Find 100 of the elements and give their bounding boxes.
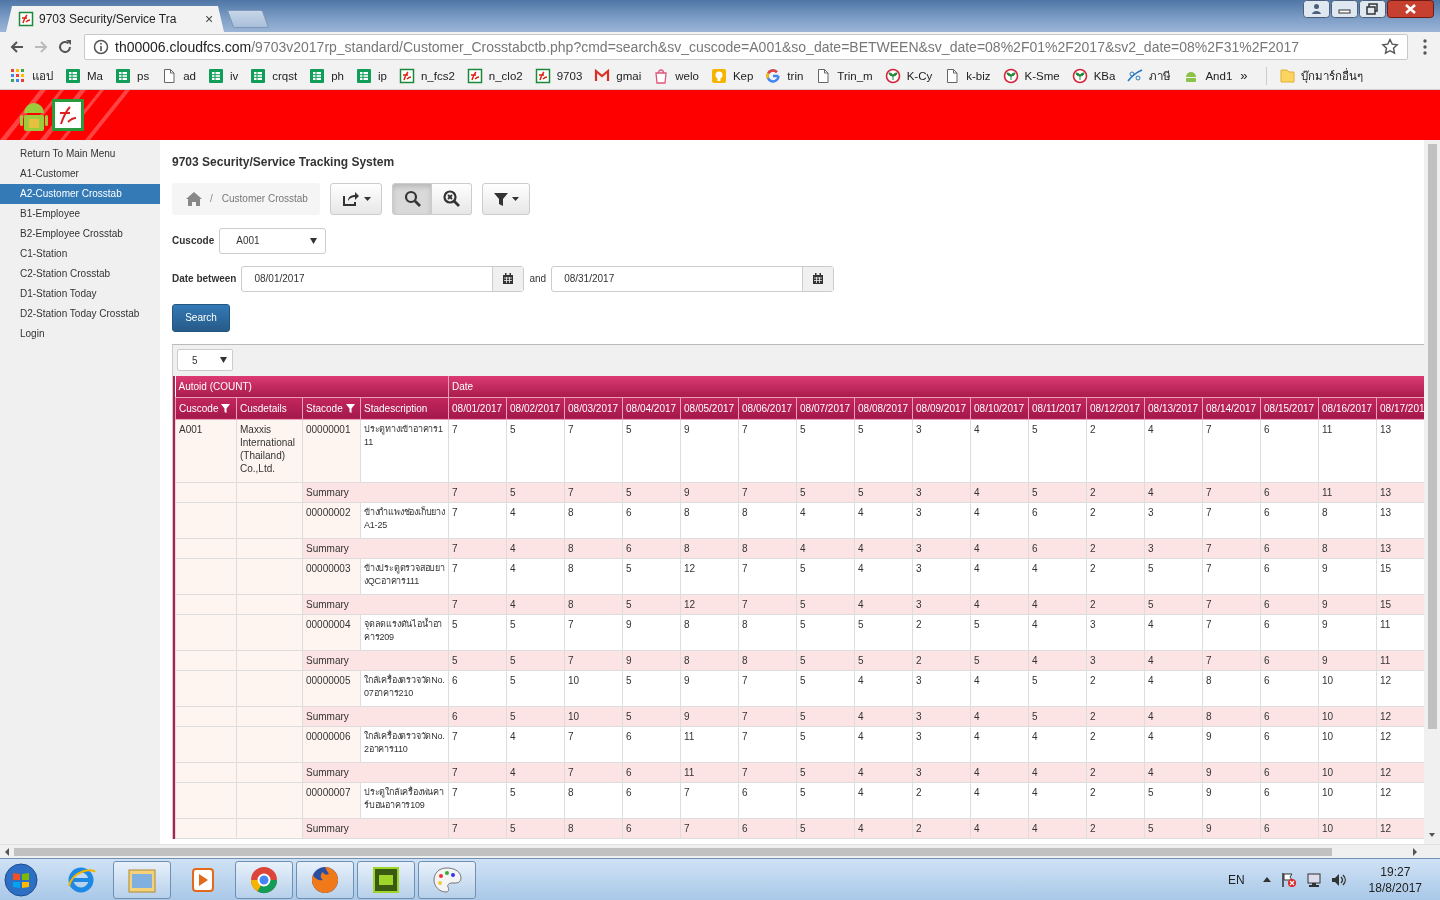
table-cell: 5 [510,822,516,834]
table-cell: 2 [1090,423,1096,435]
table-cell: 15 [1380,562,1392,574]
minimize-icon[interactable] [1331,0,1358,18]
sidebar-item[interactable]: D2-Station Today Crosstab [0,303,160,324]
bookmark[interactable]: n_clo2 [466,67,523,84]
table-cell: 2 [1090,486,1096,498]
firefox-taskbar-button[interactable] [296,860,354,899]
table-cell: 5 [800,674,806,686]
bag-icon [653,67,670,84]
cuscode-select[interactable]: A001 [219,227,327,254]
scrollbar-thumb[interactable] [1427,143,1437,729]
sidebar-item[interactable]: C1-Station [0,243,160,264]
bookmark[interactable]: KBa [1071,67,1116,84]
bookmark[interactable]: ภาษี [1127,66,1172,85]
network-icon[interactable] [1306,871,1321,888]
table-cell: ข้างประตูตรวจสอบยางQCอาคาร111 [364,562,445,586]
bookmark[interactable]: Kep [710,67,754,84]
table-cell: 4 [974,486,980,498]
table-cell: 5 [1032,423,1038,435]
summary-label: Summary [306,486,349,498]
close-icon[interactable] [1387,0,1434,18]
table-cell: 5 [800,766,806,778]
bookmark[interactable]: ps [115,67,150,84]
table-cell: 00000004 [306,618,351,630]
scrollbar-thumb[interactable] [14,847,1332,856]
bookmark[interactable]: trin [765,67,804,84]
bookmark[interactable]: n_fcs2 [398,67,455,84]
close-tab-button[interactable]: × [202,11,216,27]
sidebar-item[interactable]: C2-Station Crosstab [0,263,160,284]
search-button[interactable] [392,182,432,215]
bookmark[interactable]: welo [653,67,699,84]
sidebar-item[interactable]: D1-Station Today [0,283,160,304]
clock[interactable]: 19:27 18/8/2017 [1368,863,1422,896]
zoom-reset-button[interactable] [432,182,472,215]
sidebar-item[interactable]: A2-Customer Crosstab [0,183,160,204]
page-size-select[interactable]: 5 [177,349,233,372]
filter-button[interactable] [482,182,530,215]
table-cell: 5 [1032,486,1038,498]
sidebar-item[interactable]: A1-Customer [0,163,160,184]
folder-taskbar-button[interactable] [113,860,171,899]
bookmark[interactable]: Trin_m [815,67,873,84]
sidebar-item[interactable]: Login [0,323,160,344]
bookmark-folder[interactable]: บุ๊กมาร์กอื่นๆ [1278,66,1363,85]
filter-icon[interactable] [221,403,231,413]
app-taskbar-button[interactable] [357,860,415,899]
show-hidden-icons[interactable] [1262,877,1271,882]
table-cell: 6 [1032,542,1038,554]
bookmark[interactable]: ph [309,67,344,84]
palette-taskbar-button[interactable] [418,860,476,899]
bookmark[interactable]: k-biz [944,67,991,84]
table-cell: 3 [1090,654,1096,666]
bookmark[interactable]: crqst [250,67,298,84]
home-icon[interactable] [186,190,202,207]
table-cell: 7 [1206,486,1212,498]
url-text: th00006.cloudfcs.com/9703v2017rp_standard/Customer_Crosstabctb.php?cmd=search&sv_cuscode=A001&so_date=BETWEEN&sv_date=08%2F01%2F2017&sv2_date=08%2F31%2F2017 [115,39,1301,55]
bookmark[interactable]: ip [355,67,387,84]
search-button[interactable]: Search [172,303,230,332]
scroll-right-icon[interactable] [1412,847,1418,856]
scroll-down-icon[interactable] [1428,832,1436,839]
bookmark[interactable]: ad [161,67,196,84]
user-icon[interactable] [1303,0,1330,18]
table-cell: 6 [1264,598,1270,610]
filter-icon[interactable] [345,403,355,413]
flag-icon[interactable] [1280,871,1297,888]
language-indicator[interactable]: EN [1227,872,1245,887]
bookmark[interactable]: And1 [1183,67,1233,84]
address-bar[interactable]: th00006.cloudfcs.com/9703v2017rp_standard/Customer_Crosstabctb.php?cmd=search&sv_cuscode=A001&so_date=BETWEEN&sv_date=08%2F01%2F2017&sv2_date=08%2F31%2F2017 [84,34,1408,60]
table-cell: 4 [1032,562,1038,574]
table-cell: 3 [1148,506,1154,518]
table-cell: 5 [510,674,516,686]
table-cell: 7 [1206,542,1212,554]
bookmark[interactable]: Ma [65,67,103,84]
bookmark[interactable]: gmai [594,67,642,84]
start-icon[interactable] [4,862,38,897]
table-cell: 2 [1090,598,1096,610]
spreadsheet-icon [65,67,81,84]
table-cell: 2 [1090,766,1096,778]
more-bookmarks-button[interactable]: » [1240,68,1248,83]
bookmark[interactable]: แอป [10,66,53,85]
sidebar-item[interactable]: Return To Main Menu [0,143,160,164]
column-header[interactable]: Cuscode [175,397,237,420]
reload-icon[interactable] [56,38,74,56]
bookmark[interactable]: iv [207,67,239,84]
bookmark[interactable]: K-Cy [884,67,933,84]
sidebar-item[interactable]: B2-Employee Crosstab [0,223,160,244]
scroll-left-icon[interactable] [4,847,10,856]
bookmark[interactable]: 9703 [534,67,583,84]
restore-icon[interactable] [1359,0,1386,18]
share-button[interactable] [330,182,382,215]
table-cell: ใกล้เครื่องตรวจวัดNo.2อาคาร110 [364,730,445,754]
breadcrumb-link[interactable]: Customer Crosstab [221,193,308,205]
menu-icon[interactable] [1422,38,1428,56]
table-cell: 9 [1322,654,1328,666]
table-cell: 11 [1322,423,1333,435]
browser-tab[interactable]: 9703 Security/Service Tra × [6,6,224,32]
chrome-taskbar-button[interactable] [235,860,293,899]
bookmark[interactable]: K-Sme [1002,67,1060,84]
star-icon[interactable] [1381,38,1399,56]
sidebar-item[interactable]: B1-Employee [0,203,160,224]
